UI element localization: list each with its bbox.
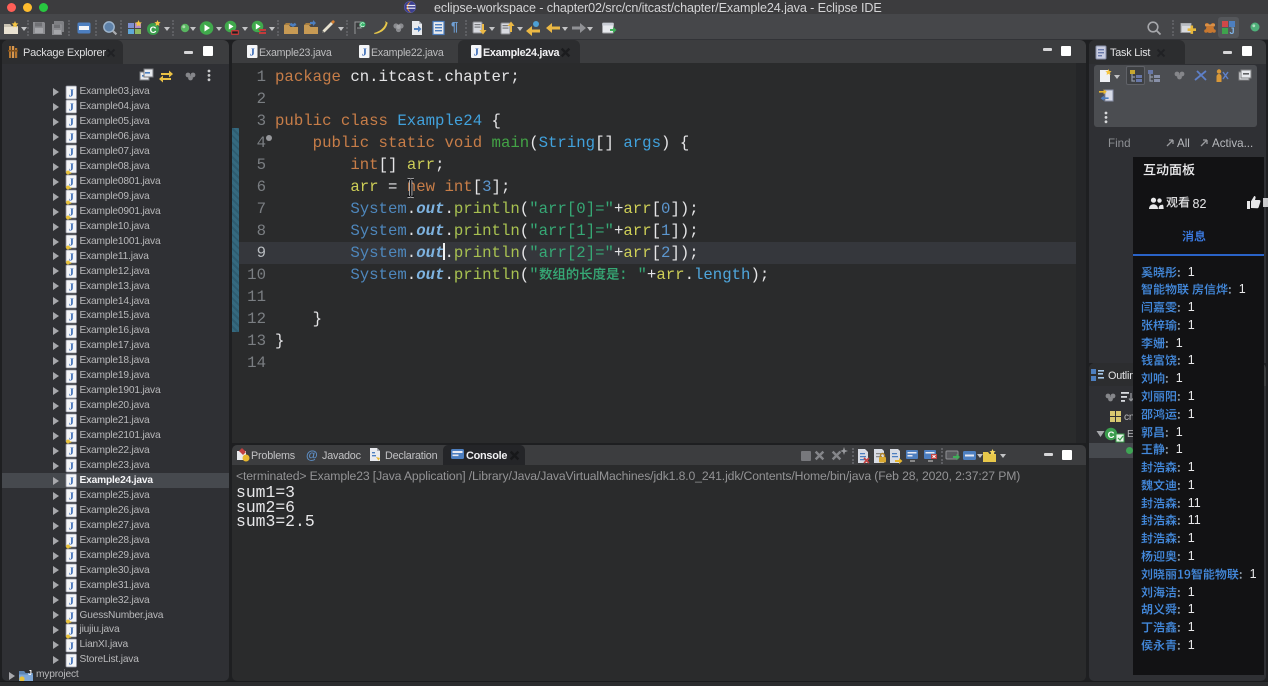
svg-text:J: J: [68, 402, 73, 413]
svg-text:J: J: [68, 596, 73, 607]
svg-text:J: J: [68, 551, 73, 562]
svg-text:J: J: [68, 417, 73, 428]
svg-text:J: J: [68, 566, 73, 577]
svg-text:J: J: [68, 641, 73, 652]
svg-text:J: J: [68, 133, 73, 144]
svg-text:C: C: [1108, 430, 1115, 441]
svg-text:C: C: [150, 25, 157, 36]
svg-text:J: J: [68, 372, 73, 383]
svg-text:J: J: [68, 342, 73, 353]
svg-text:J: J: [68, 118, 73, 129]
svg-text:J: J: [68, 223, 73, 234]
svg-text:J: J: [68, 297, 73, 308]
svg-text:J: J: [68, 656, 73, 667]
svg-text:J: J: [68, 477, 73, 488]
svg-text:J: J: [362, 48, 367, 59]
svg-text:J: J: [1229, 26, 1234, 36]
svg-text:J: J: [68, 88, 73, 99]
svg-text:J: J: [68, 103, 73, 114]
svg-text:J: J: [28, 670, 32, 677]
svg-text:J: J: [474, 48, 479, 59]
svg-text:J: J: [68, 507, 73, 518]
svg-text:J: J: [68, 387, 73, 398]
svg-text:J: J: [68, 462, 73, 473]
svg-text:J: J: [68, 522, 73, 533]
svg-text:J: J: [68, 492, 73, 503]
svg-text:J: J: [68, 312, 73, 323]
svg-text:J: J: [68, 327, 73, 338]
svg-text:J: J: [68, 148, 73, 159]
svg-text:J: J: [68, 581, 73, 592]
svg-text:J: J: [68, 357, 73, 368]
svg-text:J: J: [68, 267, 73, 278]
svg-text:J: J: [68, 447, 73, 458]
svg-text:J: J: [250, 48, 255, 59]
svg-text:C: C: [360, 22, 365, 29]
svg-text:J: J: [68, 282, 73, 293]
